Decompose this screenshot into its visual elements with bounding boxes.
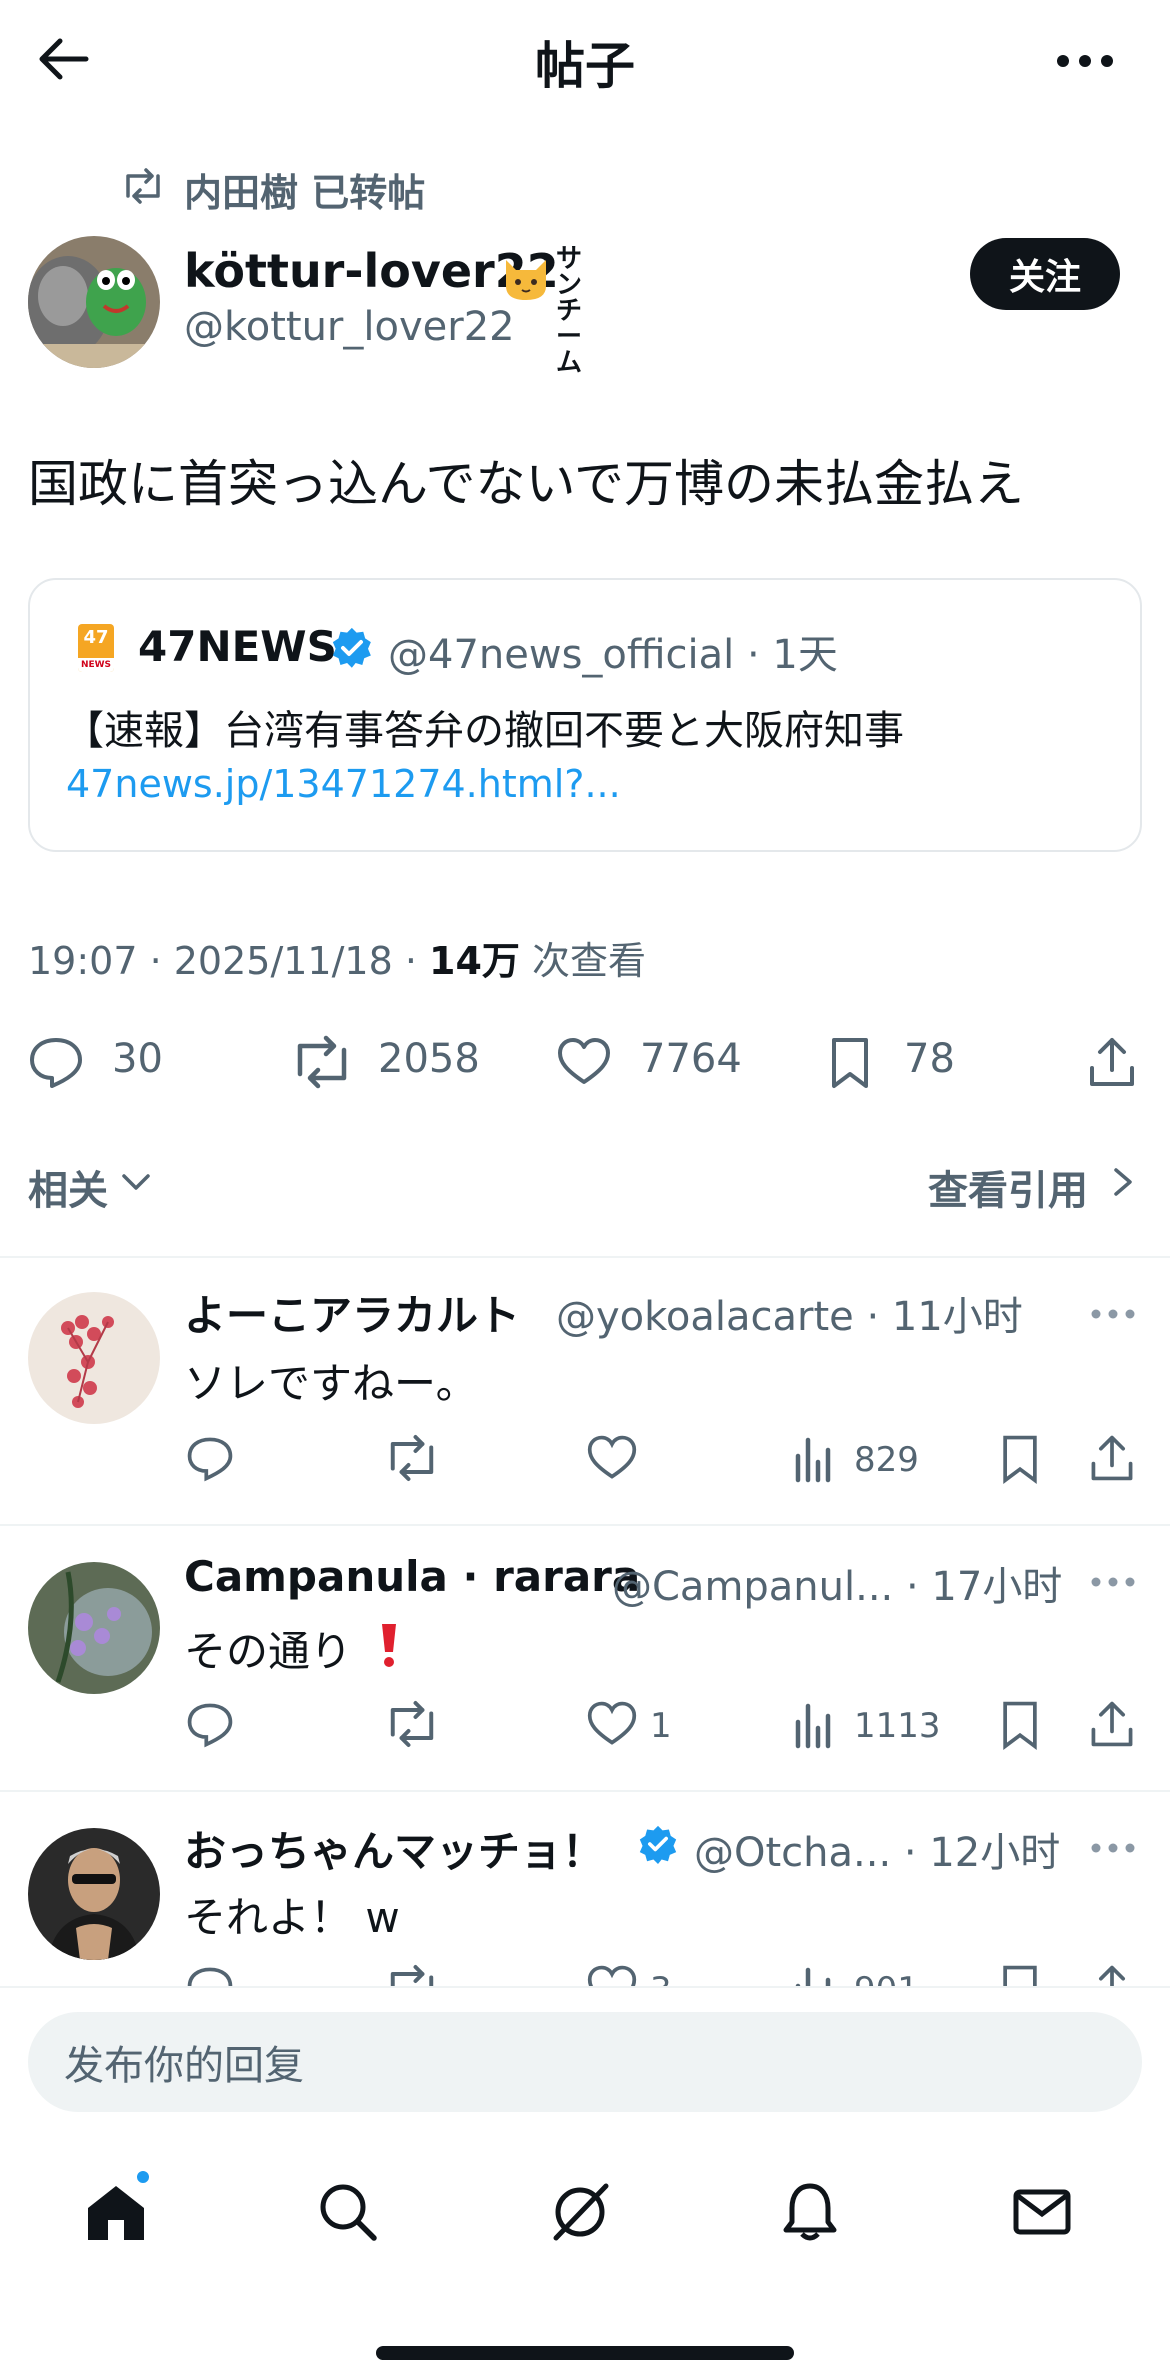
divider [0, 1256, 1170, 1258]
notifications-icon[interactable] [778, 2180, 850, 2252]
quote-source-name: 47NEWS [138, 622, 337, 671]
reply-handle-time: @Otcha... · 12小时 [694, 1830, 1061, 1876]
share-icon[interactable] [1086, 1432, 1138, 1484]
reply-count: 30 [112, 1036, 163, 1082]
post-timestamp: 19:07 · 2025/11/18 · [28, 939, 430, 983]
author-avatar[interactable] [28, 236, 160, 368]
cat-face-icon [500, 250, 552, 302]
follow-button[interactable]: 关注 [970, 238, 1120, 310]
reply-composer-input[interactable]: 发布你的回复 [28, 2012, 1142, 2112]
chevron-down-icon[interactable] [118, 1164, 154, 1200]
search-icon[interactable] [316, 2180, 388, 2252]
bookmark-count: 78 [904, 1036, 955, 1082]
views-icon[interactable] [790, 1962, 842, 1986]
repost-button-icon[interactable] [290, 1034, 347, 1090]
more-options-icon[interactable] [1050, 36, 1120, 86]
share-icon[interactable] [1086, 1962, 1138, 1986]
reply-item[interactable]: おっちゃんマッチョ！ @Otcha... · 12小时 それよ！ w 3 901 [0, 1790, 1170, 1986]
view-count: 14万 [429, 939, 520, 983]
views-count: 829 [854, 1440, 919, 1480]
divider [0, 1524, 1170, 1526]
repost-label: 内田樹 已转帖 [184, 171, 426, 215]
like-icon[interactable] [586, 1962, 638, 1986]
notification-dot [134, 2168, 152, 2186]
logo-sub: NEWS [78, 658, 114, 672]
share-icon[interactable] [1084, 1034, 1140, 1090]
views-count: 1113 [854, 1706, 941, 1746]
repost-icon [120, 166, 166, 206]
quote-link[interactable]: 47news.jp/13471274.html?... [66, 762, 621, 806]
reply-icon[interactable] [28, 1034, 84, 1090]
related-toggle[interactable]: 相关 [28, 1158, 108, 1216]
bookmark-icon[interactable] [994, 1962, 1046, 1986]
reply-text: ソレですねー。 [184, 1359, 478, 1408]
more-options-icon[interactable] [1088, 1838, 1138, 1858]
quote-text: 【速報】台湾有事答弁の撤回不要と大阪府知事 [64, 708, 904, 754]
quote-source-logo: 47 NEWS [78, 624, 114, 672]
page-title: 帖子 [535, 37, 635, 95]
reply-avatar[interactable] [28, 1562, 160, 1694]
like-count: 3 [650, 1970, 672, 1986]
bookmark-icon[interactable] [994, 1432, 1046, 1484]
like-count: 1 [650, 1706, 672, 1746]
more-options-icon[interactable] [1088, 1572, 1138, 1592]
reply-avatar[interactable] [28, 1828, 160, 1960]
home-icon[interactable] [84, 2180, 156, 2252]
like-count: 7764 [640, 1036, 742, 1082]
reply-icon[interactable] [184, 1698, 236, 1750]
more-options-icon[interactable] [1088, 1304, 1138, 1324]
reply-avatar[interactable] [28, 1292, 160, 1424]
share-icon[interactable] [1086, 1698, 1138, 1750]
reply-author-name[interactable]: おっちゃんマッチョ！ [184, 1818, 604, 1879]
repost-count: 2058 [378, 1036, 480, 1082]
reply-text: それよ！ w [184, 1893, 400, 1942]
verified-badge-icon [330, 626, 374, 670]
post-text: 国政に首突っ込んでないで万博の未払金払え [28, 455, 1024, 513]
views-icon[interactable] [790, 1432, 842, 1484]
reply-author-name[interactable]: Campanula · rarara [184, 1552, 640, 1601]
view-quotes-link[interactable]: 查看引用 [928, 1158, 1088, 1216]
author-badge: サン チーム [556, 244, 583, 378]
reply-icon[interactable] [184, 1962, 236, 1986]
chevron-right-icon[interactable] [1108, 1164, 1138, 1200]
reply-handle-time: @yokoalacarte · 11小时 [556, 1294, 1023, 1340]
quote-handle-time: @47news_official · 1天 [388, 632, 838, 678]
post-meta: 19:07 · 2025/11/18 · 14万 次查看 [28, 930, 646, 985]
reply-handle-time: @Campanul... · 17小时 [612, 1564, 1063, 1610]
repost-button-icon[interactable] [384, 1962, 436, 1986]
bookmark-icon[interactable] [994, 1698, 1046, 1750]
repost-button-icon[interactable] [384, 1432, 436, 1484]
grok-icon[interactable] [548, 2180, 620, 2252]
reply-author-name[interactable]: よーこアラカルト [184, 1282, 520, 1343]
author-handle[interactable]: @kottur_lover22 [184, 304, 515, 350]
view-label: 次查看 [519, 939, 646, 983]
exclamation-icon [374, 1620, 404, 1670]
like-icon[interactable] [556, 1034, 612, 1090]
views-icon[interactable] [790, 1698, 842, 1750]
home-indicator [376, 2346, 794, 2360]
like-icon[interactable] [586, 1432, 638, 1484]
repost-button-icon[interactable] [384, 1698, 436, 1750]
verified-badge-icon [638, 1824, 678, 1864]
views-count: 901 [854, 1970, 919, 1986]
reply-text: その通り [184, 1627, 353, 1676]
like-icon[interactable] [586, 1698, 638, 1750]
logo-number: 47 [83, 627, 109, 648]
messages-icon[interactable] [1010, 2180, 1082, 2252]
bookmark-icon[interactable] [822, 1034, 878, 1090]
reply-icon[interactable] [184, 1432, 236, 1484]
